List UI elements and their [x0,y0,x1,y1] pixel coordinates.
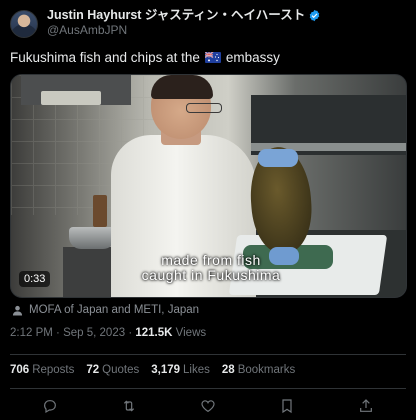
meta-separator-2: · [128,327,133,339]
tweet-text: Fukushima fish and chips at the embassy [10,50,280,65]
stat-likes[interactable]: 3,179 Likes [151,364,210,376]
repost-button[interactable] [119,397,139,415]
action-bar [40,397,376,415]
tweet-date[interactable]: Sep 5, 2023 [63,327,125,339]
video-frame-glove-top [258,149,298,167]
stat-count: 72 [86,364,100,376]
author-names: Justin Hayhurst ジャスティン・ヘイハースト @AusAmbJPN [47,8,321,38]
display-name[interactable]: Justin Hayhurst ジャスティン・ヘイハースト [47,8,305,23]
media-attribution[interactable]: MOFA of Japan and METI, Japan [12,304,199,316]
tweet-header: Justin Hayhurst ジャスティン・ヘイハースト @AusAmbJPN [10,8,406,40]
views-count[interactable]: 121.5K [135,327,172,339]
attribution-text[interactable]: MOFA of Japan and METI, Japan [29,304,199,316]
divider-bottom [10,388,406,389]
divider-top [10,354,406,355]
tweet-time[interactable]: 2:12 PM [10,327,53,339]
tweet-text-part1: Fukushima fish and chips at the [10,50,200,65]
bookmark-button[interactable] [277,397,297,415]
display-name-row[interactable]: Justin Hayhurst ジャスティン・ヘイハースト [47,8,321,23]
video-caption: made from fish caught in Fukushima [111,253,311,283]
video-frame-chef-glasses [186,103,222,113]
tweet-meta: 2:12 PM · Sep 5, 2023 · 121.5K Views [10,327,206,339]
like-icon [201,400,215,413]
video-player[interactable]: made from fish caught in Fukushima 0:33 [10,74,407,298]
bookmark-icon [282,399,292,414]
video-duration: 0:33 [19,271,51,287]
video-caption-line1: made from fish [161,252,261,268]
stat-reposts[interactable]: 706 Reposts [10,364,74,376]
video-frame-knife-block [93,195,107,227]
video-frame-light [41,91,101,105]
video-caption-line2: caught in Fukushima [141,267,281,283]
stat-label: Likes [183,364,210,376]
video-frame-chef-hair [151,75,213,99]
avatar[interactable] [10,10,38,38]
stat-count: 3,179 [151,364,181,376]
reply-button[interactable] [40,397,60,415]
stat-count: 706 [10,364,30,376]
tweet-text-part2: embassy [225,50,280,65]
verified-badge-icon [309,9,320,22]
engagement-stats: 706 Reposts 72 Quotes 3,179 Likes 28 Bookmar… [10,364,295,376]
stat-quotes[interactable]: 72 Quotes [86,364,139,376]
stat-count: 28 [221,364,235,376]
share-icon [360,399,372,412]
stat-label: Reposts [32,364,75,376]
stat-label: Bookmarks [237,364,296,376]
reply-icon [44,400,56,414]
repost-icon [123,400,135,412]
handle[interactable]: @AusAmbJPN [47,23,321,38]
video-frame-pot [69,227,115,249]
share-button[interactable] [356,397,376,415]
views-label: Views [175,327,207,339]
person-icon [12,305,23,316]
meta-separator: · [56,327,60,339]
stat-label: Quotes [102,364,140,376]
australia-flag-icon [204,52,221,63]
like-button[interactable] [198,397,218,415]
stat-bookmarks[interactable]: 28 Bookmarks [222,364,295,376]
